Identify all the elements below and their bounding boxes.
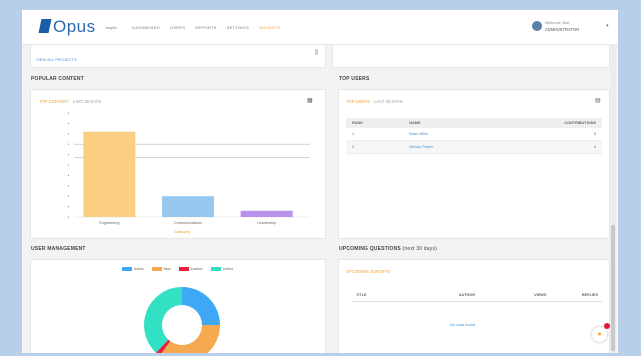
top-users-label: TOP USERS [346, 99, 371, 104]
logo-icon [38, 19, 52, 33]
upcoming-questions-range: (next 30 days) [402, 246, 438, 252]
nav-item-users[interactable]: USERS [170, 25, 185, 30]
donut-slice[interactable] [144, 287, 182, 353]
top-users-table: RANK NAME CONTRIBUTIONS 1 Brian Miller 5… [346, 118, 602, 154]
nav-item-reports[interactable]: REPORTS [195, 25, 216, 30]
y-tick-mark [68, 216, 69, 218]
row-name-link[interactable]: Brian Miller [403, 128, 494, 141]
scrollbar-thumb[interactable] [315, 49, 318, 55]
minimize-icon[interactable]: ▤ [595, 97, 601, 104]
donut-slice[interactable] [160, 325, 220, 353]
top-users-card [338, 89, 610, 239]
top-users-title: TOP USERS [339, 76, 370, 82]
y-tick-mark [68, 122, 69, 124]
row-contributions: 4 [493, 140, 602, 154]
user-greeting: Welcome, Bob [545, 21, 570, 25]
column-header-views[interactable]: VIEWS [530, 289, 578, 302]
upcoming-questions-title: UPCOMING QUESTIONS (next 30 days) [339, 246, 437, 252]
y-tick-mark [68, 112, 69, 114]
chart-bar[interactable] [240, 210, 293, 217]
column-header-name[interactable]: NAME [403, 118, 494, 128]
main-nav: DASHBOARD USERS REPORTS SETTINGS INSIGHT… [132, 25, 280, 30]
page-scrollbar-thumb[interactable] [611, 225, 615, 351]
column-header-author[interactable]: AUTHOR [454, 289, 531, 302]
y-tick-mark [68, 164, 69, 166]
row-contributions: 5 [493, 128, 602, 141]
top-content-card-title: TOP CONTENT LAST 30 DAYS [39, 99, 101, 104]
right-top-card [332, 44, 610, 68]
column-header-rank[interactable]: RANK [346, 118, 404, 128]
donut-legend: Active New Inactive Invited [122, 267, 233, 272]
column-header-title[interactable]: TITLE [352, 289, 455, 302]
legend-label: Active [134, 267, 144, 271]
x-tick-label: Communications [174, 221, 202, 225]
chart-bar[interactable] [83, 131, 136, 217]
legend-item-invited[interactable]: Invited [210, 267, 233, 272]
user-donut-chart [144, 287, 220, 353]
nav-item-dashboard[interactable]: DASHBOARD [132, 25, 160, 30]
y-tick-mark [68, 195, 69, 197]
top-users-card-title: TOP USERS LAST 30 DAYS [346, 99, 403, 104]
user-role: ADMINISTRATOR [545, 27, 580, 32]
logo-text[interactable]: Opus [53, 17, 96, 37]
chart-bars [83, 131, 293, 217]
legend-item-active[interactable]: Active [122, 267, 144, 272]
donut-slice[interactable] [182, 287, 220, 325]
export-icon[interactable]: ▦ [307, 97, 313, 104]
upcoming-surveys-card-title: UPCOMING SURVEYS [346, 269, 391, 274]
top-bar: Opus insights DASHBOARD USERS REPORTS SE… [22, 10, 618, 45]
y-tick-mark [68, 185, 69, 187]
y-tick-mark [68, 133, 69, 135]
y-tick-mark [68, 154, 69, 156]
legend-label: Invited [222, 267, 233, 271]
x-tick-label: Leadership [257, 221, 276, 225]
y-tick-mark [68, 143, 69, 145]
table-row[interactable]: 2 Wendy Parker 4 [346, 140, 602, 154]
avatar[interactable] [532, 21, 542, 31]
y-tick-mark [68, 206, 69, 208]
column-header-replies[interactable]: REPLIES [577, 289, 602, 302]
nav-item-insights[interactable]: INSIGHTS [259, 25, 280, 30]
table-header-row: TITLE AUTHOR VIEWS REPLIES [352, 289, 602, 302]
legend-item-new[interactable]: New [151, 267, 171, 272]
chart-x-ticks: Engineering Communications Leadership [99, 221, 276, 225]
row-rank: 2 [346, 140, 404, 154]
chart-bar[interactable] [162, 196, 214, 217]
popular-content-title: POPULAR CONTENT [31, 76, 84, 82]
row-rank: 1 [346, 128, 404, 141]
chevron-down-icon[interactable]: ▾ [606, 23, 609, 29]
lightbulb-icon[interactable]: ● [592, 327, 607, 342]
view-all-projects-link[interactable]: VIEW ALL PROJECTS [36, 57, 77, 62]
top-users-range: LAST 30 DAYS [374, 99, 403, 104]
chart-x-label: Category [174, 229, 190, 234]
top-content-range: LAST 30 DAYS [72, 99, 102, 104]
logo-subtitle: insights [105, 26, 117, 30]
table-header-row: RANK NAME CONTRIBUTIONS [346, 118, 602, 128]
top-content-label: TOP CONTENT [39, 99, 69, 104]
legend-item-inactive[interactable]: Inactive [178, 267, 203, 272]
column-header-contributions[interactable]: CONTRIBUTIONS [493, 118, 602, 128]
browser-frame: Opus insights DASHBOARD USERS REPORTS SE… [0, 0, 641, 356]
user-management-title: USER MANAGEMENT [31, 246, 86, 252]
y-tick-mark [68, 174, 69, 176]
notification-dot [604, 323, 610, 329]
table-row[interactable]: 1 Brian Miller 5 [346, 128, 602, 141]
empty-state-text: No data found [450, 322, 476, 327]
projects-card-scrollbar [315, 49, 318, 55]
projects-card [30, 44, 326, 68]
page: Opus insights DASHBOARD USERS REPORTS SE… [22, 10, 618, 353]
upcoming-surveys-table: TITLE AUTHOR VIEWS REPLIES [352, 289, 602, 302]
x-tick-label: Engineering [99, 221, 119, 225]
nav-item-settings[interactable]: SETTINGS [227, 25, 249, 30]
row-name-link[interactable]: Wendy Parker [403, 140, 494, 154]
legend-label: New [163, 267, 171, 271]
upcoming-questions-label: UPCOMING QUESTIONS [339, 246, 401, 252]
legend-label: Inactive [190, 267, 203, 271]
top-content-chart: Engineering Communications Leadership Cate… [68, 112, 310, 234]
